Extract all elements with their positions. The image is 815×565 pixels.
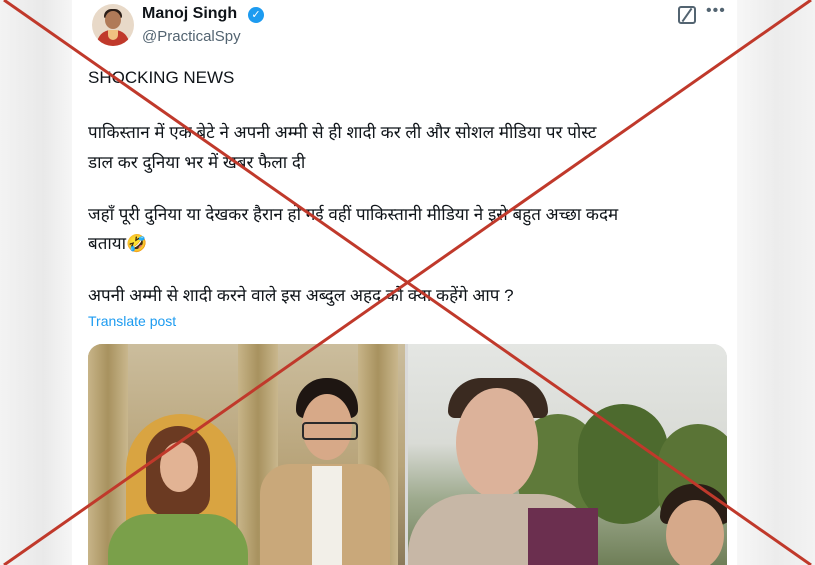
author-name[interactable]: Manoj Singh <box>142 5 237 23</box>
post-text-line: पाकिस्तान में एक बेटे ने अपनी अम्मी से ह… <box>88 123 597 142</box>
translate-post-link[interactable]: Translate post <box>88 313 176 329</box>
verified-badge-icon: ✓ <box>248 7 264 23</box>
media-photo-couple[interactable] <box>88 344 405 565</box>
author-avatar[interactable] <box>92 4 134 46</box>
post-text-line: डाल कर दुनिया भर में खबर फैला दी <box>88 153 306 172</box>
background-left-strip <box>0 0 72 565</box>
post-text-line: बताया🤣 <box>88 234 148 253</box>
post-media[interactable] <box>88 344 727 565</box>
post-text-line: जहाँ पूरी दुनिया या देखकर हैरान हो गई वह… <box>88 205 619 224</box>
media-photo-woman[interactable] <box>408 344 727 565</box>
post-text-line: SHOCKING NEWS <box>88 68 235 87</box>
more-options-icon[interactable]: ••• <box>706 2 726 20</box>
background-right-strip <box>737 0 815 565</box>
post-text-line: अपनी अम्मी से शादी करने वाले इस अब्दुल अ… <box>88 286 514 305</box>
grok-icon[interactable] <box>678 6 696 24</box>
author-handle[interactable]: @PracticalSpy <box>142 28 241 45</box>
